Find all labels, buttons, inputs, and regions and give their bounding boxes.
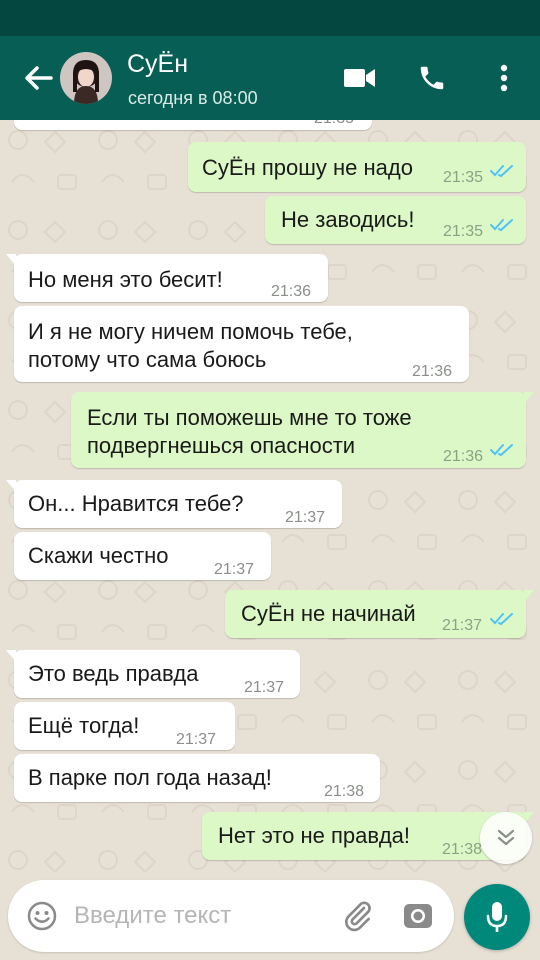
- message-time: 21:37: [176, 731, 217, 748]
- voice-record-button[interactable]: [464, 884, 530, 950]
- message-bubble-incoming[interactable]: Но меня это бесит! 21:36: [6, 254, 328, 302]
- message-time: 21:37: [285, 509, 326, 526]
- scroll-to-bottom-button[interactable]: [480, 812, 532, 864]
- status-bar: [0, 0, 540, 36]
- phone-icon: [420, 66, 444, 90]
- message-time: 21:37: [214, 561, 255, 578]
- message-text: Если ты поможешь мне то тоже подвергнешь…: [87, 405, 412, 458]
- message-bubble-incoming[interactable]: Это ведь правда 21:37: [6, 650, 300, 698]
- message-text: Он... Нравится тебе?: [28, 491, 244, 516]
- message-time: 21:35: [443, 169, 484, 186]
- message-bubble-incoming[interactable]: Он... Нравится тебе? 21:37: [6, 480, 342, 528]
- message-bubble-outgoing[interactable]: Не заводись! 21:35: [265, 196, 526, 244]
- message-time: 21:38: [324, 783, 365, 800]
- message-text: Нет это не правда!: [218, 823, 411, 848]
- message-bubble-outgoing[interactable]: Если ты поможешь мне то тоже подвергнешь…: [71, 392, 534, 468]
- emoji-button[interactable]: [24, 898, 60, 934]
- message-time: 21:36: [412, 363, 453, 380]
- mic-icon: [486, 902, 508, 932]
- message-time: 21:36: [271, 283, 312, 300]
- message-time: 21:37: [244, 679, 285, 696]
- message-bubble-incoming[interactable]: И я не могу ничем помочь тебе, потому чт…: [14, 306, 469, 382]
- read-ticks-icon: [490, 219, 513, 232]
- message-input[interactable]: [74, 896, 324, 936]
- message-text: Скажи честно: [28, 543, 169, 568]
- camera-icon: [404, 904, 432, 928]
- message-text: И я не могу ничем помочь тебе, потому чт…: [28, 319, 353, 372]
- message-composer: [8, 880, 454, 952]
- contact-name[interactable]: СуЁн: [127, 50, 188, 79]
- video-call-icon: [344, 69, 375, 87]
- more-vert-icon: [500, 64, 508, 92]
- chat-header: СуЁн сегодня в 08:00: [0, 36, 540, 120]
- message-time: 21:36: [443, 448, 484, 465]
- voice-call-button[interactable]: [412, 58, 452, 98]
- emoji-icon: [27, 901, 57, 931]
- read-ticks-icon: [490, 444, 513, 457]
- message-time: 21:35: [314, 120, 354, 133]
- message-bubble-outgoing[interactable]: СуЁн не начинай 21:37: [225, 590, 534, 638]
- paperclip-icon: [345, 901, 371, 932]
- message-time: 21:38: [442, 841, 483, 858]
- camera-button[interactable]: [400, 898, 436, 934]
- back-button[interactable]: [18, 60, 58, 96]
- video-call-button[interactable]: [340, 58, 380, 98]
- double-chevron-down-icon: [497, 829, 515, 846]
- message-bubble-outgoing[interactable]: СуЁн прошу не надо 21:35: [188, 142, 526, 192]
- message-text: СуЁн прошу не надо: [202, 155, 413, 180]
- message-bubble-incoming[interactable]: Скажи честно 21:37: [14, 532, 271, 580]
- last-seen-status: сегодня в 08:00: [128, 88, 258, 108]
- overflow-menu-button[interactable]: [484, 58, 524, 98]
- message-bubble-outgoing[interactable]: Нет это не правда! 21:38: [202, 812, 534, 860]
- message-time: 21:37: [442, 617, 483, 634]
- message-time: 21:35: [443, 223, 484, 240]
- message-text: Не заводись!: [281, 207, 415, 232]
- message-bubble-incoming[interactable]: Ещё тогда! 21:37: [14, 702, 235, 750]
- contact-avatar[interactable]: [60, 52, 112, 104]
- read-ticks-icon: [490, 165, 513, 178]
- message-list[interactable]: 21:35 СуЁн прошу не надо 21:35 Не заводи…: [0, 120, 540, 872]
- message-text: Это ведь правда: [28, 661, 199, 686]
- attach-button[interactable]: [340, 898, 376, 934]
- read-ticks-icon: [490, 613, 513, 626]
- message-bubble-incoming[interactable]: 21:35: [14, 120, 372, 130]
- message-text: Но меня это бесит!: [28, 267, 223, 292]
- back-arrow-icon: [25, 66, 53, 90]
- message-text: Ещё тогда!: [28, 713, 140, 738]
- message-bubble-incoming[interactable]: В парке пол года назад! 21:38: [14, 754, 380, 802]
- message-text: В парке пол года назад!: [28, 765, 272, 790]
- message-text: СуЁн не начинай: [241, 601, 416, 626]
